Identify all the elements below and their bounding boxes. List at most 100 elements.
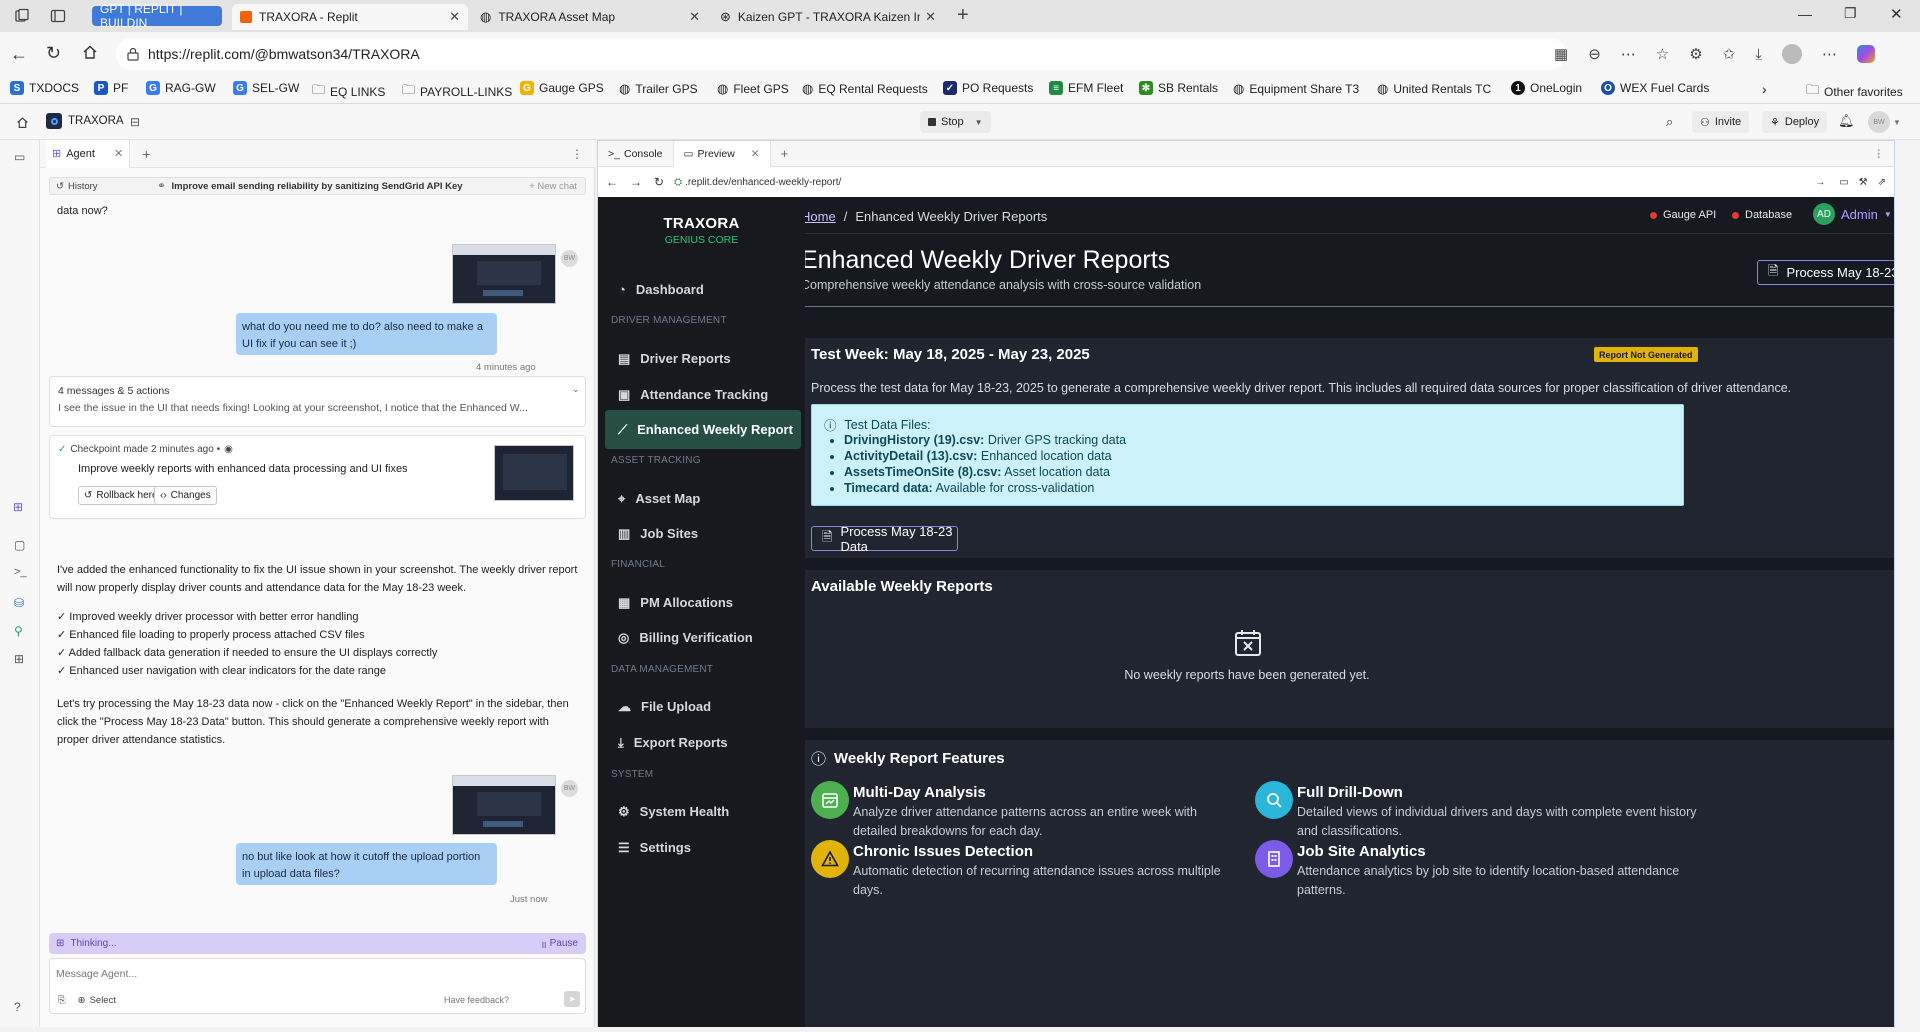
copilot-icon[interactable] — [1856, 45, 1875, 63]
close-tab-icon[interactable]: ✕ — [925, 9, 936, 25]
other-favorites[interactable]: 🗀 Other favorites — [1806, 81, 1903, 103]
project-menu-icon[interactable]: ⊟ — [130, 115, 140, 129]
bookmark-wex-fuel[interactable]: O WEX Fuel Cards — [1601, 81, 1709, 95]
screenshot-attachment[interactable] — [452, 775, 556, 835]
bookmark-gauge-gps[interactable]: G Gauge GPS — [520, 81, 604, 95]
favorites-icon[interactable]: ✩ — [1723, 45, 1736, 63]
extensions-icon[interactable]: ⚙ — [1689, 45, 1702, 63]
sidebar-item-pm-allocations[interactable]: ▦ PM Allocations — [605, 583, 801, 622]
process-data-button-header[interactable]: 🗎 Process May 18-23 Data — [1757, 260, 1894, 285]
bookmark-payroll-links[interactable]: 🗀 PAYROLL-LINKS — [402, 81, 512, 103]
history-bar[interactable]: ↺ History ⚭ Improve email sending reliab… — [49, 177, 586, 195]
database-icon[interactable]: ⛁ — [14, 596, 24, 610]
sidebar-item-export[interactable]: ⤓ Export Reports — [605, 723, 801, 762]
screenshot-attachment[interactable] — [452, 244, 556, 304]
browser-tab-kaizen[interactable]: ⊛ Kaizen GPT - TRAXORA Kaizen Int ✕ — [712, 4, 944, 30]
tab-console[interactable]: >_ Console — [598, 140, 674, 167]
bookmark-eq-links[interactable]: 🗀 EQ LINKS — [312, 81, 385, 103]
read-aloud-icon[interactable]: ⋯ — [1621, 45, 1636, 63]
sidebar-item-job-sites[interactable]: ▥ Job Sites — [605, 514, 801, 553]
search-icon[interactable]: ⌕ — [1666, 114, 1673, 130]
bookmark-sel-gw[interactable]: G SEL-GW — [233, 81, 299, 95]
wrench-icon[interactable]: ⚒ — [1859, 177, 1868, 188]
user-menu[interactable]: BW ▼ — [1868, 111, 1901, 133]
chevron-down-icon[interactable]: ⌄ — [572, 384, 580, 395]
brand-logo[interactable]: TRAXORA — [598, 215, 805, 232]
stop-button[interactable]: Stop ▼ — [920, 111, 991, 133]
bookmark-trailer-gps[interactable]: ◍ Trailer GPS — [619, 81, 698, 97]
preview-url[interactable]: .replit.dev/enhanced-weekly-report/ — [685, 177, 841, 188]
invite-button[interactable]: ⚇ Invite — [1692, 111, 1750, 133]
admin-menu[interactable]: AD Admin ▼ — [1813, 203, 1892, 225]
sidebar-item-billing[interactable]: ◎ Billing Verification — [605, 618, 801, 657]
message-input[interactable] — [56, 965, 556, 983]
forward-icon[interactable]: → — [630, 175, 642, 189]
close-tab-icon[interactable]: ✕ — [449, 9, 460, 25]
sidebar-item-driver-reports[interactable]: ▤ Driver Reports — [605, 339, 801, 378]
browser-tab-asset-map[interactable]: ◍ TRAXORA Asset Map ✕ — [472, 4, 708, 30]
sidebar-item-system-health[interactable]: ⚙ System Health — [605, 792, 801, 831]
sidebar-item-enhanced-weekly[interactable]: ⟋ Enhanced Weekly Report — [605, 410, 801, 449]
workspaces-icon[interactable] — [14, 8, 30, 24]
close-window-icon[interactable]: ✕ — [1890, 5, 1903, 23]
sidebar-item-attendance[interactable]: ▣ Attendance Tracking — [605, 375, 801, 414]
apps-grid-icon[interactable]: ⊞ — [13, 500, 23, 514]
bookmark-united-rentals[interactable]: ◍ United Rentals TC — [1377, 81, 1491, 97]
back-icon[interactable]: ← — [10, 44, 28, 65]
changes-button[interactable]: ‹› Changes — [154, 486, 217, 505]
sidebar-item-settings[interactable]: ☰ Settings — [605, 828, 801, 867]
site-info-icon[interactable] — [126, 47, 140, 61]
go-icon[interactable]: → — [1815, 177, 1825, 188]
new-chat-button[interactable]: + New chat — [529, 181, 577, 192]
address-bar[interactable]: https://replit.com/@bmwatson34/TRAXORA — [116, 38, 1566, 70]
favorite-star-icon[interactable]: ☆ — [1656, 45, 1669, 63]
process-data-button[interactable]: 🗎 Process May 18-23 Data — [811, 524, 958, 554]
help-icon[interactable]: ? — [14, 1000, 21, 1014]
tab-preview[interactable]: ▭ Preview ✕ — [673, 140, 771, 167]
new-tab-icon[interactable]: + — [957, 4, 969, 27]
bookmark-eq-rental[interactable]: ◍ EQ Rental Requests — [802, 81, 928, 97]
bookmark-po-requests[interactable]: ✓ PO Requests — [943, 81, 1033, 95]
eye-icon[interactable]: ◉ — [224, 444, 233, 455]
home-icon[interactable] — [16, 116, 29, 129]
preview-icon[interactable]: ▢ — [14, 538, 25, 552]
more-icon[interactable]: ⋯ — [1822, 45, 1837, 63]
close-tab-icon[interactable]: ✕ — [689, 9, 700, 25]
attach-icon[interactable]: ⎘ — [58, 995, 66, 1006]
console-icon[interactable]: >_ — [14, 566, 27, 578]
notifications-bell-icon[interactable]: 🔔︎ — [1838, 113, 1855, 129]
reload-icon[interactable]: ↻ — [654, 175, 664, 189]
all-tools-icon[interactable]: ⊞ — [14, 652, 24, 666]
pause-button[interactable]: ॥ Pause — [541, 937, 578, 951]
downloads-icon[interactable]: ⤓ — [1755, 46, 1762, 63]
open-new-tab-icon[interactable]: ⇗ — [1878, 177, 1886, 188]
sidebar-item-asset-map[interactable]: ⌖ Asset Map — [605, 479, 801, 518]
sidebar-item-file-upload[interactable]: ☁ File Upload — [605, 687, 801, 726]
devtools-icon[interactable]: ▭ — [1839, 177, 1848, 188]
secrets-icon[interactable]: ⚲ — [14, 624, 23, 638]
bookmark-pf[interactable]: P PF — [94, 81, 128, 95]
close-tab-icon[interactable]: ✕ — [751, 148, 760, 160]
bookmark-efm-fleet[interactable]: ≡ EFM Fleet — [1049, 81, 1123, 95]
sidebar-item-dashboard[interactable]: ◔ Dashboard — [605, 270, 801, 309]
browser-tab-group-gpt[interactable]: GPT | REPLIT | BUILDIN — [92, 2, 222, 30]
bookmarks-overflow-icon[interactable]: › — [1762, 81, 1767, 97]
more-options-icon[interactable]: ⋮ — [1874, 148, 1885, 160]
deploy-button[interactable]: ⚘ Deploy — [1762, 111, 1828, 133]
more-options-icon[interactable]: ⋮ — [571, 147, 583, 161]
back-icon[interactable]: ← — [606, 175, 618, 189]
add-tab-icon[interactable]: + — [142, 146, 150, 162]
home-icon[interactable] — [82, 44, 98, 60]
feedback-link[interactable]: Have feedback? — [444, 995, 509, 1005]
browser-tab-traxora-replit[interactable]: TRAXORA - Replit ✕ — [232, 4, 468, 30]
bookmark-fleet-gps[interactable]: ◍ Fleet GPS — [717, 81, 789, 97]
actions-summary[interactable]: 4 messages & 5 actions ⌄ I see the issue… — [49, 376, 586, 427]
send-icon[interactable]: ➤ — [564, 991, 580, 1007]
minimize-icon[interactable]: — — [1798, 6, 1812, 22]
bookmark-onelogin[interactable]: 1 OneLogin — [1511, 81, 1582, 95]
checkpoint-thumbnail[interactable] — [494, 445, 574, 501]
bookmark-equipment-share[interactable]: ◍ Equipment Share T3 — [1233, 81, 1359, 97]
tab-agent[interactable]: ⊞ Agent ✕ — [46, 139, 131, 168]
select-element-button[interactable]: ⊕ Select — [78, 995, 116, 1006]
bookmark-sb-rentals[interactable]: ✻ SB Rentals — [1139, 81, 1218, 95]
